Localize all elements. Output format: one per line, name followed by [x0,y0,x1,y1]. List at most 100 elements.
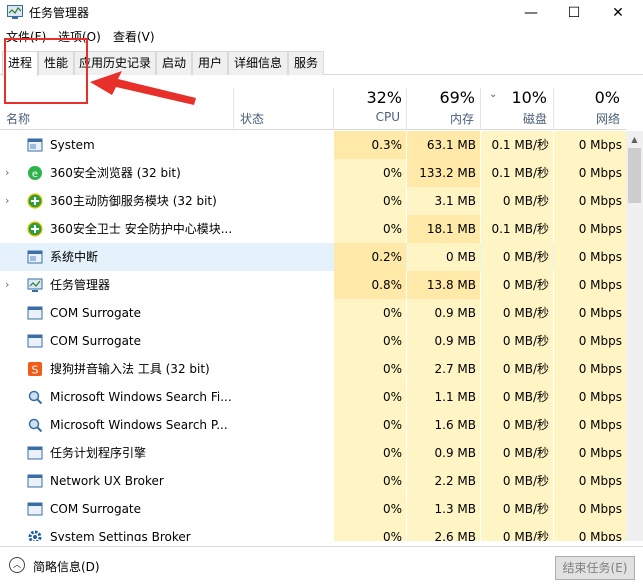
process-row[interactable]: System 0.3% 63.1 MB 0.1 MB/秒 0 Mbps [0,131,626,159]
process-row[interactable]: › 任务管理器 0.8% 13.8 MB 0 MB/秒 0 Mbps [0,271,626,299]
process-disk: 0 MB/秒 [481,523,553,541]
maximize-button[interactable]: ☐ [552,0,596,26]
process-cpu: 0.2% [334,243,406,271]
process-row[interactable]: COM Surrogate 0% 0.9 MB 0 MB/秒 0 Mbps [0,299,626,327]
close-button[interactable]: ✕ [596,0,640,26]
memory-total-percent[interactable]: 69% [407,88,475,107]
process-network: 0 Mbps [554,523,626,541]
process-row[interactable]: › 360主动防御服务模块 (32 bit) 0% 3.1 MB 0 MB/秒 0 Mbp… [0,187,626,215]
tab-details[interactable]: 详细信息 [228,51,288,75]
process-network: 0 Mbps [554,355,626,383]
process-cpu: 0% [334,439,406,467]
process-name: COM Surrogate [50,502,142,516]
expand-chevron-icon[interactable]: › [5,187,15,215]
window-title: 任务管理器 [29,6,90,20]
svg-text:S: S [32,364,39,377]
process-name: Network UX Broker [50,474,164,488]
system-window-icon [27,249,43,265]
process-memory: 3.1 MB [407,187,480,215]
column-divider [233,88,234,130]
process-cpu: 0% [334,355,406,383]
tab-services[interactable]: 服务 [288,51,324,75]
vertical-scrollbar[interactable]: ▲ [626,131,643,541]
collapse-chevron-up-icon[interactable]: ︿ [9,557,25,573]
expand-chevron-icon[interactable]: › [5,271,15,299]
process-cpu: 0% [334,383,406,411]
process-name: 任务计划程序引擎 [50,446,147,460]
process-cpu: 0% [334,159,406,187]
close-icon: ✕ [612,5,624,21]
process-disk: 0.1 MB/秒 [481,131,553,159]
footer-bar: ︿ 简略信息(D) 结束任务(E) [0,546,643,587]
process-memory: 2.2 MB [407,467,480,495]
process-row[interactable]: 系统中断 0.2% 0 MB 0 MB/秒 0 Mbps [0,243,626,271]
process-row[interactable]: › e 360安全浏览器 (32 bit) 0% 133.2 MB 0.1 MB/秒 0 M… [0,159,626,187]
annotation-highlight-box [4,38,88,104]
process-name: Microsoft Windows Search Fi... [50,390,232,404]
network-total-percent[interactable]: 0% [554,88,620,107]
process-list: System 0.3% 63.1 MB 0.1 MB/秒 0 Mbps › e 360安全浏览… [0,131,626,541]
column-status-header[interactable]: 状态 [240,110,264,127]
disk-column-header[interactable]: 磁盘 [481,110,547,127]
cpu-total-percent[interactable]: 32% [334,88,402,107]
system-window-icon [27,137,43,153]
process-name: 任务管理器 [50,278,111,292]
fewer-details-link[interactable]: 简略信息(D) [33,558,100,575]
generic-window-icon [27,501,43,517]
process-name: Microsoft Windows Search P... [50,418,228,432]
svg-text:e: e [32,169,38,180]
process-memory: 1.6 MB [407,411,480,439]
minimize-button[interactable]: — [509,0,553,26]
tab-users[interactable]: 用户 [192,51,228,75]
process-name: 搜狗拼音输入法 工具 (32 bit) [50,362,210,376]
360-defense-icon [27,193,43,209]
end-task-button[interactable]: 结束任务(E) [555,556,635,580]
process-name: System [50,138,95,152]
disk-total-percent[interactable]: 10% [481,88,547,107]
process-network: 0 Mbps [554,439,626,467]
scroll-up-icon[interactable]: ▲ [626,131,643,148]
process-name: 系统中断 [50,250,99,264]
memory-column-header[interactable]: 内存 [407,110,474,127]
process-row[interactable]: Microsoft Windows Search P... 0% 1.6 MB 0 M… [0,411,626,439]
process-row[interactable]: 360安全卫士 安全防护中心模块... 0% 18.1 MB 0.1 MB/秒 0 Mb… [0,215,626,243]
generic-window-icon [27,305,43,321]
process-disk: 0 MB/秒 [481,243,553,271]
process-row[interactable]: S 搜狗拼音输入法 工具 (32 bit) 0% 2.7 MB 0 MB/秒 0 Mbps [0,355,626,383]
process-cpu: 0% [334,411,406,439]
scroll-thumb[interactable] [628,148,641,203]
process-disk: 0 MB/秒 [481,467,553,495]
process-network: 0 Mbps [554,215,626,243]
process-network: 0 Mbps [554,187,626,215]
process-memory: 2.6 MB [407,523,480,541]
cpu-column-header[interactable]: CPU [334,110,400,124]
process-disk: 0 MB/秒 [481,439,553,467]
process-cpu: 0% [334,467,406,495]
process-cpu: 0.3% [334,131,406,159]
process-row[interactable]: Microsoft Windows Search Fi... 0% 1.1 MB 0 … [0,383,626,411]
sogou-icon: S [27,361,43,377]
process-name: System Settings Broker [50,530,191,541]
tab-startup[interactable]: 启动 [156,51,192,75]
process-network: 0 Mbps [554,271,626,299]
process-disk: 0 MB/秒 [481,187,553,215]
process-row[interactable]: COM Surrogate 0% 1.3 MB 0 MB/秒 0 Mbps [0,495,626,523]
process-row[interactable]: COM Surrogate 0% 0.9 MB 0 MB/秒 0 Mbps [0,327,626,355]
expand-chevron-icon[interactable]: › [5,159,15,187]
process-cpu: 0% [334,187,406,215]
minimize-icon: — [524,5,538,21]
process-memory: 0.9 MB [407,327,480,355]
settings-gear-icon [27,529,43,541]
process-disk: 0.1 MB/秒 [481,159,553,187]
column-name-header[interactable]: 名称 [6,110,30,127]
menu-view[interactable]: 查看(V) [113,28,155,45]
process-row[interactable]: 任务计划程序引擎 0% 0.9 MB 0 MB/秒 0 Mbps [0,439,626,467]
tab-strip: 进程 性能 应用历史记录 启动 用户 详细信息 服务 [0,50,643,76]
process-cpu: 0% [334,523,406,541]
process-memory: 133.2 MB [407,159,480,187]
process-network: 0 Mbps [554,243,626,271]
network-column-header[interactable]: 网络 [554,110,620,127]
process-row[interactable]: Network UX Broker 0% 2.2 MB 0 MB/秒 0 Mbps [0,467,626,495]
process-network: 0 Mbps [554,131,626,159]
process-row[interactable]: System Settings Broker 0% 2.6 MB 0 MB/秒 0 Mb… [0,523,626,541]
